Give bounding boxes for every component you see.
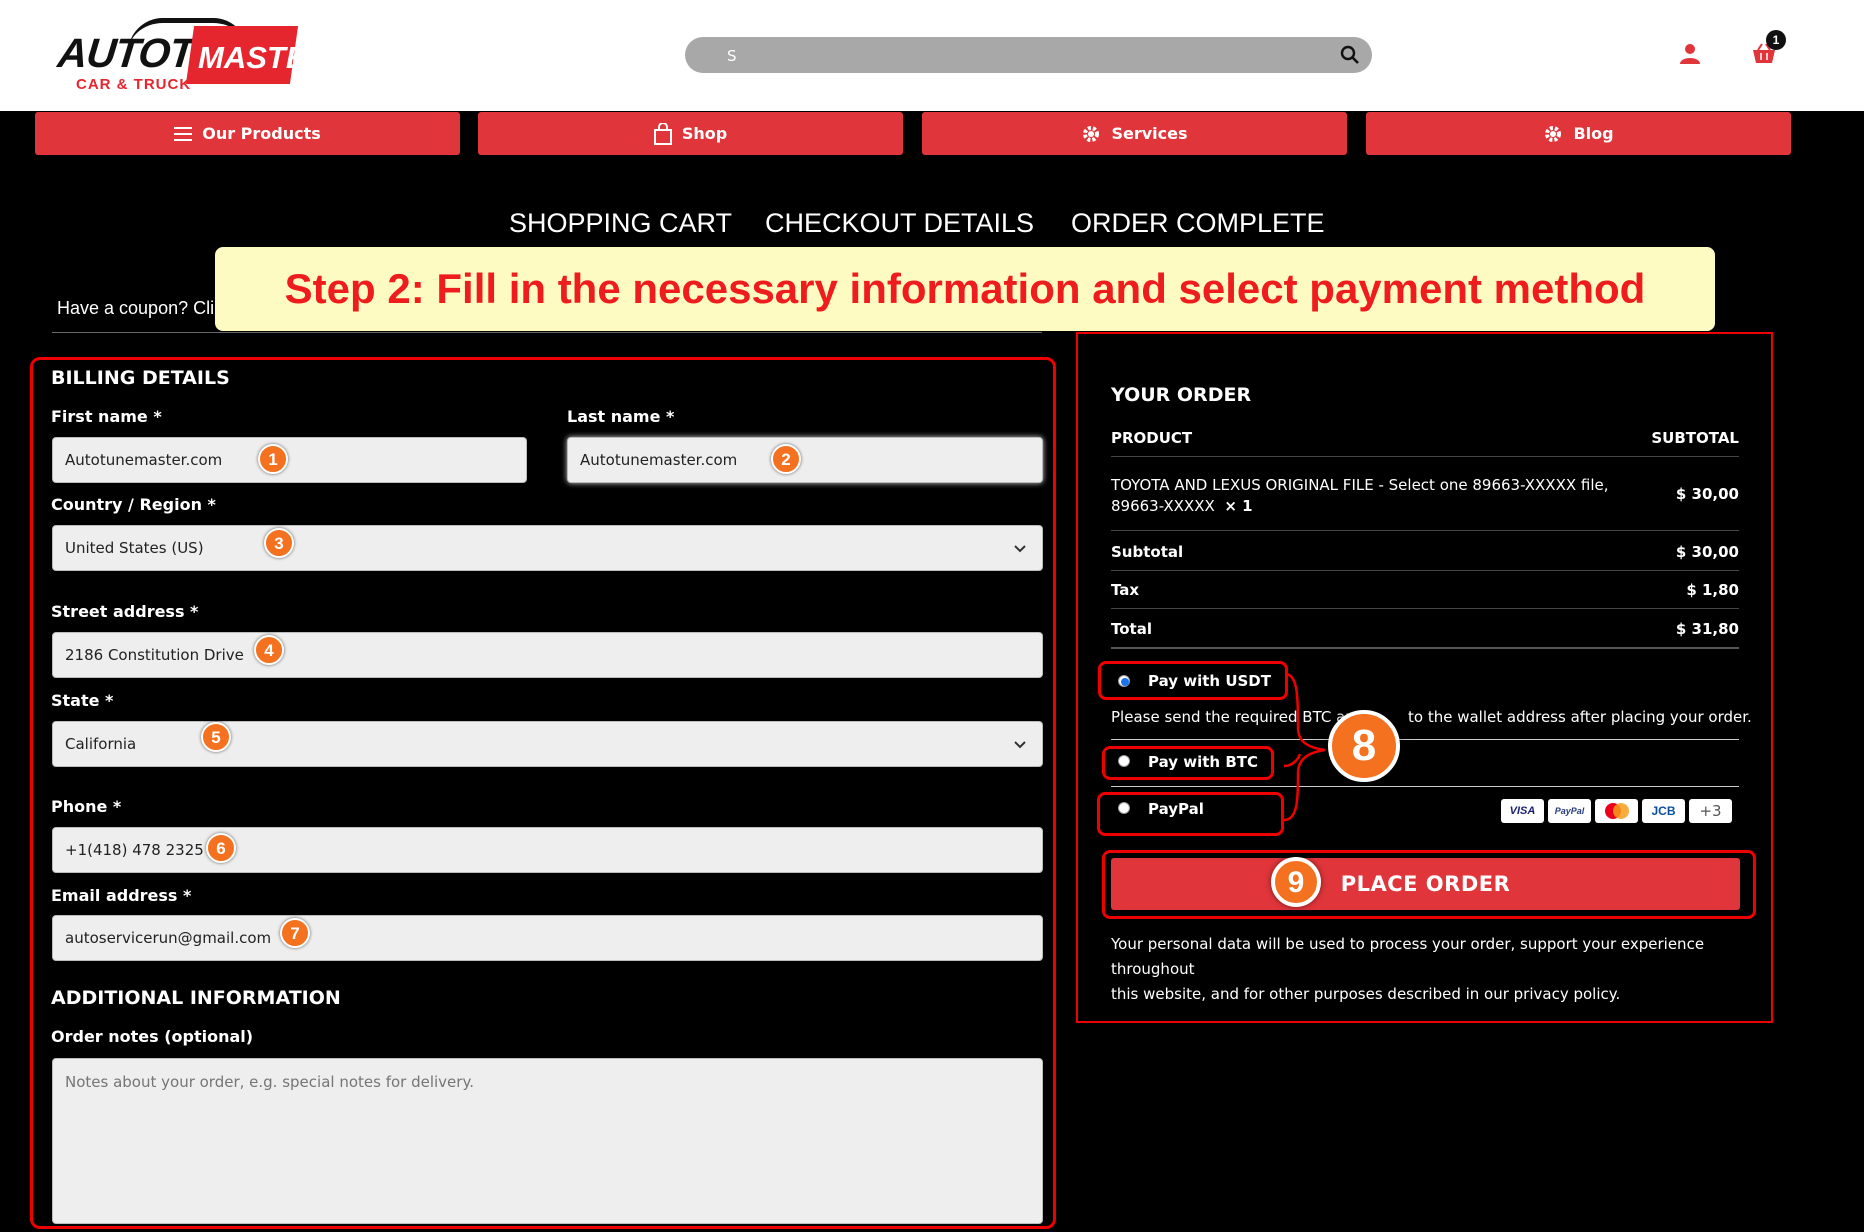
site-logo[interactable]: AUTOTUNE MASTER CAR & TRUCK bbox=[56, 18, 329, 93]
nav-label: Blog bbox=[1573, 124, 1614, 143]
bag-icon bbox=[653, 122, 672, 145]
nav-label: Shop bbox=[681, 124, 728, 143]
pay-paypal-label[interactable]: PayPal bbox=[1148, 800, 1204, 818]
brace-connector bbox=[1283, 672, 1326, 822]
step-badge-1: 1 bbox=[258, 444, 288, 474]
gear-wrench-icon bbox=[1083, 125, 1100, 142]
state-select[interactable]: California bbox=[52, 721, 1043, 767]
logo-sub: CAR & TRUCK bbox=[76, 76, 192, 93]
billing-title: BILLING DETAILS bbox=[51, 367, 230, 389]
privacy-notice: Your personal data will be used to proce… bbox=[1111, 932, 1751, 1007]
cart-count-badge: 1 bbox=[1766, 30, 1786, 50]
order-title: YOUR ORDER bbox=[1111, 384, 1252, 406]
nav-blog[interactable]: Blog bbox=[1366, 112, 1791, 155]
subtotal-label: Subtotal bbox=[1111, 543, 1184, 561]
step-badge-4: 4 bbox=[254, 635, 284, 665]
item-price: $ 30,00 bbox=[1675, 485, 1739, 503]
col-subtotal: SUBTOTAL bbox=[1651, 429, 1739, 447]
email-label: Email address * bbox=[51, 886, 192, 905]
privacy-line-a: Your personal data will be used to proce… bbox=[1111, 935, 1705, 978]
col-product: PRODUCT bbox=[1111, 429, 1193, 447]
mastercard-circles bbox=[1604, 803, 1629, 819]
step-badge-9: 9 bbox=[1271, 857, 1321, 907]
order-notes-textarea[interactable] bbox=[52, 1058, 1043, 1224]
divider bbox=[52, 332, 1042, 333]
street-label: Street address * bbox=[51, 602, 199, 621]
pay-usdt-label[interactable]: Pay with USDT bbox=[1148, 672, 1271, 690]
step-badge-2: 2 bbox=[771, 444, 801, 474]
divider bbox=[1111, 786, 1739, 787]
street-field[interactable]: 2186 Constitution Drive bbox=[52, 632, 1043, 678]
divider bbox=[1111, 739, 1739, 740]
country-select[interactable]: United States (US) bbox=[52, 525, 1043, 571]
step-shopping-cart[interactable]: SHOPPING CART bbox=[509, 208, 732, 239]
item-qty: × 1 bbox=[1224, 497, 1253, 515]
instruction-banner: Step 2: Fill in the necessary informatio… bbox=[215, 247, 1715, 331]
pay-btc-radio[interactable] bbox=[1118, 755, 1130, 767]
nav-label: Services bbox=[1111, 124, 1188, 143]
search-bar bbox=[685, 37, 1372, 75]
visa-card-icon: VISA bbox=[1501, 799, 1544, 823]
total-value: $ 31,80 bbox=[1675, 620, 1739, 638]
state-value: California bbox=[65, 735, 137, 753]
last-name-label: Last name * bbox=[567, 407, 675, 426]
more-cards-badge: +3 bbox=[1689, 799, 1732, 823]
pay-usdt-radio[interactable] bbox=[1118, 675, 1130, 687]
step-badge-7: 7 bbox=[280, 918, 310, 948]
tax-label: Tax bbox=[1111, 581, 1140, 599]
privacy-line-b[interactable]: this website, and for other purposes des… bbox=[1111, 982, 1751, 1007]
coupon-notice[interactable]: Have a coupon? Cli bbox=[57, 298, 214, 319]
usdt-note-b: to the wallet address after placing your… bbox=[1408, 708, 1752, 726]
chevron-down-icon bbox=[1014, 545, 1026, 553]
chevron-down-icon bbox=[1014, 741, 1026, 749]
additional-info-title: ADDITIONAL INFORMATION bbox=[51, 987, 341, 1009]
tax-value: $ 1,80 bbox=[1686, 581, 1739, 599]
divider bbox=[1111, 647, 1739, 649]
paypal-card-icon: PayPal bbox=[1548, 799, 1591, 823]
step-order-complete[interactable]: ORDER COMPLETE bbox=[1071, 208, 1325, 239]
phone-field[interactable]: +1(418) 478 2325 bbox=[52, 827, 1043, 873]
last-name-field[interactable]: Autotunemaster.com bbox=[567, 437, 1043, 483]
search-icon[interactable] bbox=[1340, 45, 1360, 65]
divider bbox=[1111, 530, 1739, 531]
divider bbox=[1111, 570, 1739, 571]
nav-services[interactable]: Services bbox=[922, 112, 1347, 155]
state-label: State * bbox=[51, 691, 114, 710]
mastercard-card-icon bbox=[1595, 799, 1638, 823]
nav-label: Our Products bbox=[202, 124, 321, 143]
first-name-field[interactable]: Autotunemaster.com bbox=[52, 437, 527, 483]
pay-paypal-radio[interactable] bbox=[1118, 802, 1130, 814]
place-order-button[interactable]: PLACE ORDER bbox=[1111, 858, 1740, 910]
phone-label: Phone * bbox=[51, 797, 122, 816]
divider bbox=[1111, 456, 1739, 457]
gear-wrench-icon bbox=[1545, 125, 1562, 142]
item-code: 89663-XXXXX bbox=[1111, 497, 1215, 515]
logo-master: MASTER bbox=[198, 40, 329, 75]
total-label: Total bbox=[1111, 620, 1152, 638]
step-badge-5: 5 bbox=[201, 722, 231, 752]
pay-btc-label[interactable]: Pay with BTC bbox=[1148, 753, 1258, 771]
step-badge-6: 6 bbox=[206, 833, 236, 863]
jcb-card-icon: JCB bbox=[1642, 799, 1685, 823]
country-value: United States (US) bbox=[65, 539, 204, 557]
step-badge-3: 3 bbox=[264, 528, 294, 558]
step-checkout-details[interactable]: CHECKOUT DETAILS bbox=[765, 208, 1034, 239]
subtotal-value: $ 30,00 bbox=[1675, 543, 1739, 561]
country-label: Country / Region * bbox=[51, 495, 216, 514]
menu-icon bbox=[174, 126, 193, 141]
nav-our-products[interactable]: Our Products bbox=[35, 112, 460, 155]
order-notes-label: Order notes (optional) bbox=[51, 1027, 254, 1046]
nav-shop[interactable]: Shop bbox=[478, 112, 903, 155]
divider bbox=[1111, 608, 1739, 609]
email-field[interactable]: autoservicerun@gmail.com bbox=[52, 915, 1043, 961]
step-badge-8: 8 bbox=[1328, 710, 1400, 782]
user-icon[interactable] bbox=[1678, 42, 1702, 66]
first-name-label: First name * bbox=[51, 407, 162, 426]
search-input[interactable] bbox=[725, 37, 1329, 75]
